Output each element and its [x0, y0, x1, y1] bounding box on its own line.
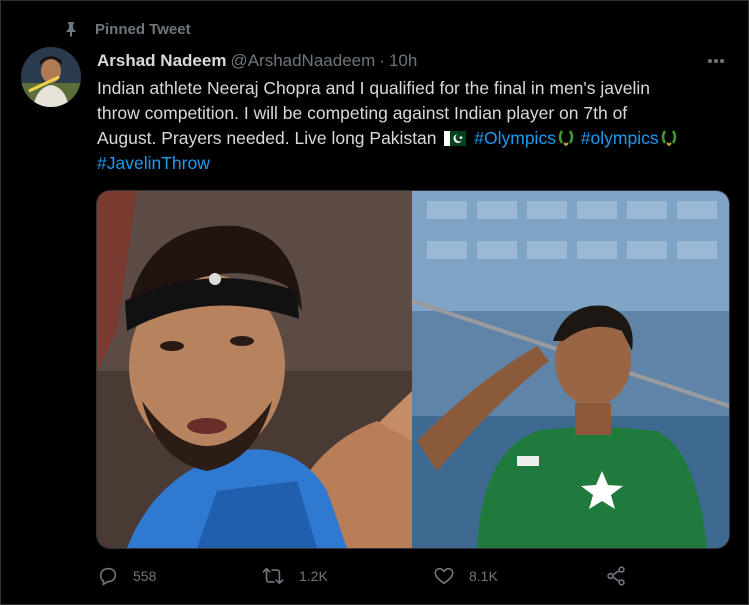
tweet-header: Arshad Nadeem @ArshadNaadeem · 10h	[97, 51, 417, 71]
pinned-indicator: Pinned Tweet	[63, 18, 191, 40]
reply-count: 558	[133, 568, 157, 584]
pin-icon	[66, 22, 76, 37]
tweet-media[interactable]	[96, 190, 730, 549]
wreath-icon	[558, 130, 574, 147]
tweet-text: Indian athlete Neeraj Chopra and I quali…	[97, 76, 717, 176]
reply-icon	[99, 567, 117, 586]
pakistan-flag-icon	[444, 131, 467, 146]
author-name[interactable]: Arshad Nadeem	[97, 51, 226, 71]
tweet-text-line: Indian athlete Neeraj Chopra and I quali…	[97, 78, 650, 98]
more-icon	[708, 59, 724, 63]
timestamp[interactable]: 10h	[389, 51, 417, 71]
avatar[interactable]	[21, 47, 81, 107]
tweet-text-segment: August. Prayers needed. Live long Pakist…	[97, 128, 437, 148]
share-icon	[607, 566, 625, 586]
reply-button[interactable]: 558	[97, 561, 156, 591]
like-icon	[434, 567, 454, 585]
separator-dot: ·	[379, 51, 385, 70]
photo-left[interactable]	[97, 191, 412, 548]
tweet-card[interactable]: Pinned Tweet Arshad Nadeem @ArshadNaadee…	[0, 0, 749, 605]
author-handle[interactable]: @ArshadNaadeem	[230, 51, 375, 71]
like-button[interactable]: 8.1K	[433, 561, 498, 591]
tweet-text-line: August. Prayers needed. Live long Pakist…	[97, 126, 717, 151]
share-button[interactable]	[605, 561, 627, 591]
wreath-icon	[661, 130, 676, 147]
hashtag-link[interactable]: #Olympics	[474, 128, 556, 148]
hashtag-link[interactable]: #olympics	[581, 128, 659, 148]
retweet-count: 1.2K	[299, 568, 328, 584]
tweet-actions: 558 1.2K 8.1K	[97, 561, 657, 591]
tweet-text-line: throw competition. I will be competing a…	[97, 103, 628, 123]
like-count: 8.1K	[469, 568, 498, 584]
retweet-icon	[262, 567, 284, 585]
pinned-label: Pinned Tweet	[95, 20, 191, 38]
retweet-button[interactable]: 1.2K	[261, 561, 328, 591]
photo-right[interactable]	[411, 191, 729, 548]
hashtag-link[interactable]: #JavelinThrow	[97, 153, 210, 173]
more-button[interactable]	[704, 51, 728, 71]
tweet-text-line: #JavelinThrow	[97, 151, 717, 176]
